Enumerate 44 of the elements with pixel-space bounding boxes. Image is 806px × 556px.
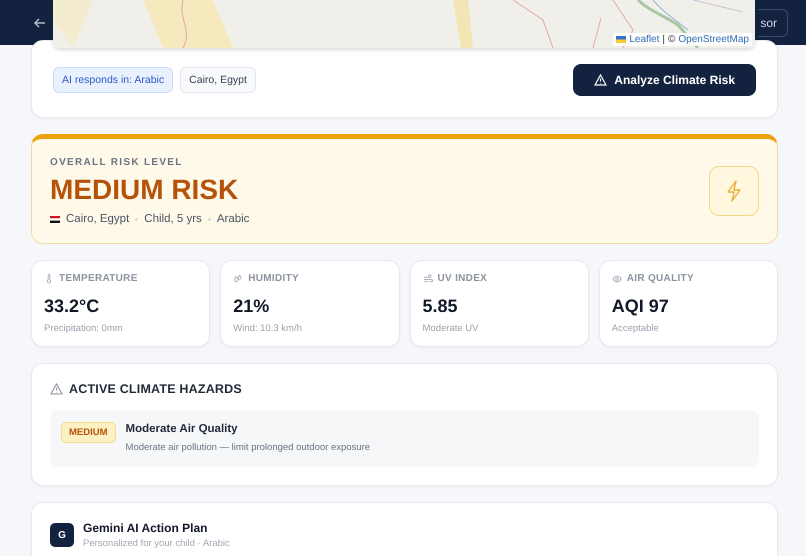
wind-icon bbox=[422, 274, 432, 284]
back-arrow-icon[interactable] bbox=[33, 16, 47, 30]
metric-value: 21% bbox=[233, 296, 270, 317]
risk-meta: Arabic bbox=[216, 213, 250, 225]
separator: | bbox=[662, 34, 666, 45]
separator-dot bbox=[135, 218, 138, 220]
metric-value: AQI 97 bbox=[612, 296, 670, 317]
chip: AI responds in: Arabic bbox=[53, 67, 174, 93]
separator-dot bbox=[208, 218, 211, 220]
risk-eyebrow: OVERALL RISK LEVEL bbox=[50, 157, 184, 168]
hazards-title: ACTIVE CLIMATE HAZARDS bbox=[69, 382, 242, 396]
metric-note: Acceptable bbox=[612, 323, 660, 334]
gemini-badge: G bbox=[50, 523, 74, 547]
plan-subtitle: Personalized for your child · Arabic bbox=[83, 538, 230, 549]
metric-note: Wind: 10.3 km/h bbox=[233, 323, 303, 334]
metric-note: Precipitation: 0mm bbox=[44, 323, 124, 334]
copyright-sign: © bbox=[668, 34, 676, 45]
flag-icon bbox=[616, 36, 626, 43]
analyze-button[interactable]: Analyze Climate Risk bbox=[573, 64, 756, 96]
metric-label: TEMPERATURE bbox=[59, 273, 138, 284]
lightning-icon bbox=[725, 180, 743, 202]
risk-meta: Child, 5 yrs bbox=[144, 213, 202, 225]
risk-meta: Cairo, Egypt bbox=[66, 213, 130, 225]
thermometer-icon bbox=[44, 274, 54, 284]
flag-icon bbox=[50, 216, 60, 222]
severity-badge: MEDIUM bbox=[61, 422, 116, 443]
leaflet-link[interactable]: Leaflet bbox=[629, 34, 660, 45]
chip: Cairo, Egypt bbox=[180, 67, 256, 93]
droplets-icon bbox=[233, 274, 244, 284]
risk-level: MEDIUM RISK bbox=[50, 174, 240, 206]
metric-value: 33.2°C bbox=[44, 296, 100, 317]
openstreetmap-link[interactable]: OpenStreetMap bbox=[678, 34, 749, 45]
hazard-description: Moderate air pollution — limit prolonged outdoor exposure bbox=[126, 442, 370, 453]
metric-label: UV INDEX bbox=[438, 273, 488, 284]
warning-icon bbox=[594, 74, 608, 86]
hazard-title: Moderate Air Quality bbox=[126, 423, 239, 435]
metric-value: 5.85 bbox=[422, 296, 459, 317]
plan-title: Gemini AI Action Plan bbox=[83, 521, 208, 535]
header-button[interactable]: sor bbox=[758, 8, 788, 36]
metric-label: AIR QUALITY bbox=[626, 273, 694, 284]
warning-icon bbox=[50, 383, 63, 395]
metric-note: Moderate UV bbox=[422, 323, 480, 334]
metric-label: HUMIDITY bbox=[248, 273, 299, 284]
eye-icon bbox=[612, 274, 622, 284]
